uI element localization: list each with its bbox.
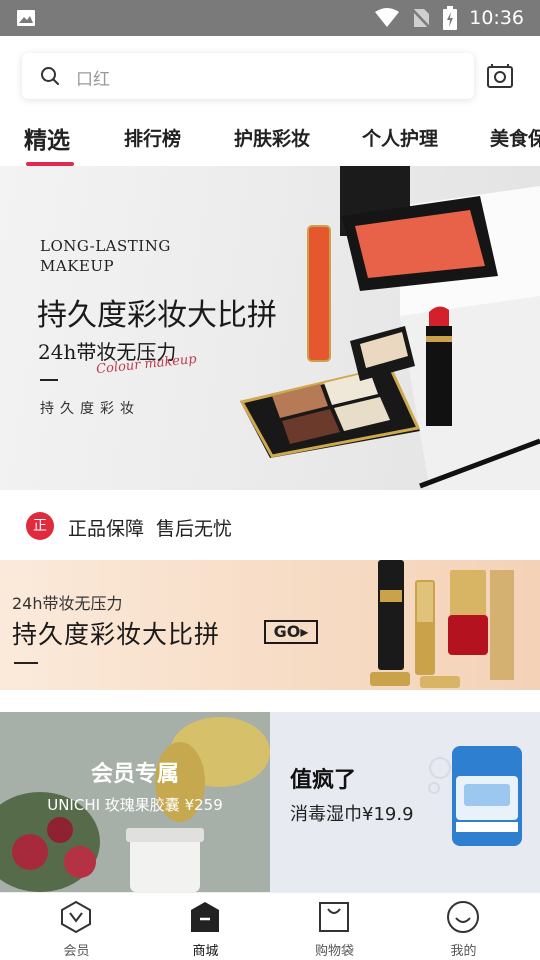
hero-banner[interactable]: LONG-LASTING MAKEUP 持久度彩妆大比拼 24h带妆无压力 Co… [0, 166, 540, 490]
no-sim-icon [411, 8, 432, 29]
deal-title: 值疯了 [290, 768, 357, 793]
tab-ranking[interactable]: 排行榜 [124, 124, 181, 151]
search-input[interactable]: 口红 [76, 65, 110, 90]
tab-featured[interactable]: 精选 [24, 121, 70, 155]
nav-shop[interactable]: 商城 [138, 893, 273, 960]
makeup-product-image [239, 166, 540, 490]
status-bar: 10:36 [0, 0, 540, 36]
guarantee-text: 正品保障 售后无忧 [68, 518, 233, 540]
wifi-icon [375, 8, 400, 27]
deal-card[interactable]: 值疯了 消毒湿巾¥19.9 [270, 712, 540, 892]
hero-small-text: 持久度彩妆 [40, 401, 140, 417]
banner2-title: 持久度彩妆大比拼 [12, 620, 221, 649]
banner2-subtitle: 24h带妆无压力 [12, 594, 123, 613]
clock: 10:36 [469, 7, 524, 29]
guarantee-strip: 正 正品保障 售后无忧 [0, 490, 540, 560]
wet-wipes-image [428, 746, 522, 846]
tab-personal-care[interactable]: 个人护理 [362, 124, 438, 151]
tab-skincare-makeup[interactable]: 护肤彩妆 [234, 124, 310, 151]
authentic-badge-icon: 正 [26, 512, 54, 540]
promo-banner-makeup[interactable]: 24h带妆无压力 持久度彩妆大比拼 GO▸ [0, 560, 540, 690]
category-tabs: 精选 排行榜 护肤彩妆 个人护理 美食保 [0, 112, 540, 166]
search-bar[interactable]: 口红 [22, 53, 474, 99]
search-icon [41, 67, 59, 85]
hero-english-title: LONG-LASTING MAKEUP [40, 237, 171, 275]
shop-icon [191, 902, 219, 932]
tab-food[interactable]: 美食保 [490, 124, 540, 151]
member-exclusive-title: 会员专属 [90, 762, 179, 787]
hero-divider [40, 379, 58, 381]
nav-member[interactable]: 会员 [9, 893, 144, 960]
go-button[interactable]: GO▸ [264, 620, 318, 644]
bottom-navigation: 会员 商城 购物袋 我的 [0, 892, 540, 960]
battery-icon [443, 6, 458, 30]
vip-icon [61, 900, 91, 934]
banner2-divider [14, 662, 38, 664]
scan-icon[interactable] [486, 62, 514, 90]
member-exclusive-card[interactable]: 会员专属 UNICHI 玫瑰果胶囊 ¥259 [0, 712, 270, 892]
cosmetics-image [370, 560, 514, 688]
bag-icon [319, 902, 349, 932]
deal-subtitle: 消毒湿巾¥19.9 [290, 804, 414, 825]
profile-icon [447, 901, 479, 933]
image-notification-icon [17, 10, 35, 26]
nav-bag[interactable]: 购物袋 [267, 893, 402, 960]
nav-profile[interactable]: 我的 [396, 893, 531, 960]
member-exclusive-subtitle: UNICHI 玫瑰果胶囊 ¥259 [47, 796, 223, 814]
